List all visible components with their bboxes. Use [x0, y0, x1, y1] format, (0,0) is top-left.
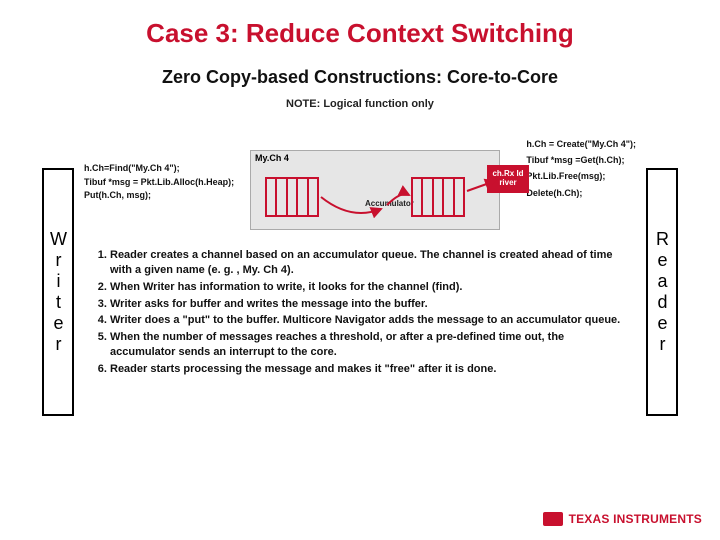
step-item: Reader starts processing the message and… [110, 362, 630, 377]
channel-diagram: My.Ch 4 Accumulator ch.Rx Id river [250, 150, 500, 230]
slide-title: Case 3: Reduce Context Switching [0, 0, 720, 49]
writer-label: Writer [48, 229, 69, 355]
step-item: Writer does a "put" to the buffer. Multi… [110, 313, 630, 328]
step-item: When the number of messages reaches a th… [110, 330, 630, 360]
queue-in [265, 177, 319, 217]
reader-label: Reader [652, 229, 673, 355]
reader-box: Reader [646, 168, 678, 416]
ti-logo-icon [543, 512, 563, 526]
code-line: Delete(h.Ch); [526, 185, 636, 201]
code-line: Tibuf *msg = Pkt.Lib.Alloc(h.Heap); [84, 176, 234, 190]
queue-out [411, 177, 465, 217]
code-line: Pkt.Lib.Free(msg); [526, 168, 636, 184]
writer-code: h.Ch=Find("My.Ch 4"); Tibuf *msg = Pkt.L… [84, 162, 234, 203]
ti-logo-text: TEXAS INSTRUMENTS [569, 512, 702, 526]
slide-subtitle: Zero Copy-based Constructions: Core-to-C… [0, 49, 720, 88]
channel-name-label: My.Ch 4 [255, 153, 289, 163]
code-line: h.Ch = Create("My.Ch 4"); [526, 136, 636, 152]
diagram-stage: Writer Reader h.Ch=Find("My.Ch 4"); Tibu… [50, 138, 670, 438]
steps-list: Reader creates a channel based on an acc… [90, 248, 630, 379]
slide-note: NOTE: Logical function only [0, 88, 720, 110]
reader-code: h.Ch = Create("My.Ch 4"); Tibuf *msg =Ge… [526, 136, 636, 201]
ti-logo: TEXAS INSTRUMENTS [543, 512, 702, 526]
code-line: Tibuf *msg =Get(h.Ch); [526, 152, 636, 168]
accumulator-label: Accumulator [365, 199, 414, 208]
code-line: h.Ch=Find("My.Ch 4"); [84, 162, 234, 176]
writer-box: Writer [42, 168, 74, 416]
step-item: Reader creates a channel based on an acc… [110, 248, 630, 278]
code-line: Put(h.Ch, msg); [84, 189, 234, 203]
step-item: Writer asks for buffer and writes the me… [110, 297, 630, 312]
step-item: When Writer has information to write, it… [110, 280, 630, 295]
rx-driver-box: ch.Rx Id river [487, 165, 529, 193]
